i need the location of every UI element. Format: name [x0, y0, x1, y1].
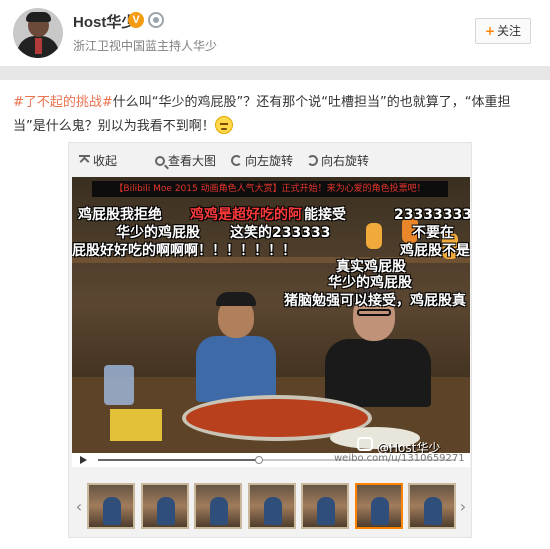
- thumbnail-item[interactable]: [247, 483, 296, 529]
- thumbnail-figure: [210, 497, 228, 525]
- person-glasses: [357, 309, 391, 316]
- thumbnail-figure: [263, 497, 282, 525]
- rotate-left-label: 向左旋转: [245, 154, 294, 168]
- url-watermark: weibo.com/u/1310659271: [334, 453, 465, 464]
- video-box: [110, 409, 162, 441]
- person-torso: [325, 339, 431, 407]
- lantern-shape: [366, 223, 382, 249]
- video-frame[interactable]: 【Bilibili Moe 2015 动画角色人气大赏】正式开始！来为心爱的角色…: [72, 177, 470, 453]
- prev-thumbnail-button[interactable]: ‹: [73, 497, 85, 517]
- danmaku-comment: 屁股好好吃的啊啊啊！！！！！！！: [72, 243, 296, 259]
- user-bio: 浙江卫视中国蓝主持人华少: [73, 39, 218, 53]
- danmaku-comment: 华少的鸡屁股: [328, 275, 412, 291]
- danmaku-comment: 华少的鸡屁股: [116, 225, 200, 241]
- play-icon[interactable]: [80, 456, 87, 464]
- thumbnail-item[interactable]: [140, 483, 189, 529]
- post-text: #了不起的挑战#什么叫“华少的鸡屁股”？还有那个说“吐槽担当”的也就算了，“体重…: [13, 91, 538, 139]
- collapse-label: 收起: [93, 154, 118, 168]
- thumbnail-figure: [424, 497, 442, 525]
- thumbnail-figure: [370, 497, 389, 525]
- progress-knob[interactable]: [255, 456, 264, 464]
- rotate-right-button[interactable]: 向右旋转: [307, 152, 369, 169]
- rotate-right-label: 向右旋转: [321, 154, 370, 168]
- video-controls: weibo.com/u/1310659271: [72, 453, 470, 467]
- image-watermark: @Host华少: [377, 441, 441, 453]
- topic-tag-link[interactable]: #了不起的挑战#: [13, 95, 113, 110]
- rotate-right-icon: [307, 155, 318, 166]
- thumbnail-strip: ‹ ›: [69, 481, 471, 535]
- danmaku-comment: 这笑的233333: [230, 225, 331, 241]
- danmaku-comment: 233333333: [394, 207, 470, 223]
- danmaku-comment: 猪脑勉强可以接受，鸡屁股真: [284, 293, 466, 309]
- danmaku-comment: 鸡屁股我拒绝: [78, 207, 162, 223]
- username-link[interactable]: Host华少: [73, 11, 136, 32]
- post-header: Host华少 V 浙江卫视中国蓝主持人华少 + 关注: [0, 0, 550, 66]
- person-cap: [216, 292, 256, 306]
- media-toolbar: 收起 查看大图 向左旋转 向右旋转: [69, 143, 471, 175]
- weibo-camera-icon: [357, 437, 373, 451]
- thumbnail-figure: [156, 497, 175, 525]
- avatar-tie: [35, 38, 42, 54]
- danmaku-comment: 鸡屁股不是: [400, 243, 470, 259]
- thumbnail-item[interactable]: [301, 483, 349, 529]
- follow-label: 关注: [497, 24, 522, 38]
- thumbnail-figure: [317, 497, 335, 525]
- danmaku-comment: 能接受: [304, 207, 346, 223]
- verified-v-icon[interactable]: V: [128, 12, 144, 28]
- video-bottles: [104, 365, 134, 405]
- rotate-left-button[interactable]: 向左旋转: [231, 152, 293, 169]
- zoom-icon: [155, 156, 165, 166]
- video-banner: 【Bilibili Moe 2015 动画角色人气大赏】正式开始！来为心爱的角色…: [92, 181, 448, 197]
- collapse-icon: [79, 155, 90, 166]
- danmaku-comment: 真实鸡屁股: [336, 259, 406, 275]
- plus-icon: +: [484, 24, 496, 38]
- media-viewer: 收起 查看大图 向左旋转 向右旋转 【Bilibili Moe 2015 动画角…: [68, 142, 472, 538]
- thumbnail-item[interactable]: [408, 483, 456, 529]
- medal-icon[interactable]: [148, 12, 164, 28]
- view-large-button[interactable]: 查看大图: [155, 152, 216, 169]
- thumbnail-item[interactable]: [354, 483, 403, 529]
- smirk-emoji-icon: [214, 116, 233, 134]
- person-torso: [196, 336, 276, 402]
- thumbnail-figure: [103, 497, 121, 525]
- view-large-label: 查看大图: [168, 154, 217, 168]
- thumbnail-item[interactable]: [87, 483, 135, 529]
- video-person-left: [190, 292, 282, 402]
- follow-button[interactable]: + 关注: [475, 18, 531, 44]
- danmaku-comment: 鸡鸡是超好吃的阿: [190, 207, 302, 223]
- rotate-left-icon: [231, 155, 242, 166]
- progress-fill: [98, 459, 260, 461]
- section-divider: [0, 66, 550, 80]
- next-thumbnail-button[interactable]: ›: [457, 497, 469, 517]
- avatar[interactable]: [13, 8, 63, 58]
- thumbnail-item[interactable]: [194, 483, 242, 529]
- danmaku-comment: 不要在: [412, 225, 454, 241]
- collapse-button[interactable]: 收起: [79, 152, 117, 169]
- avatar-hair: [26, 12, 51, 22]
